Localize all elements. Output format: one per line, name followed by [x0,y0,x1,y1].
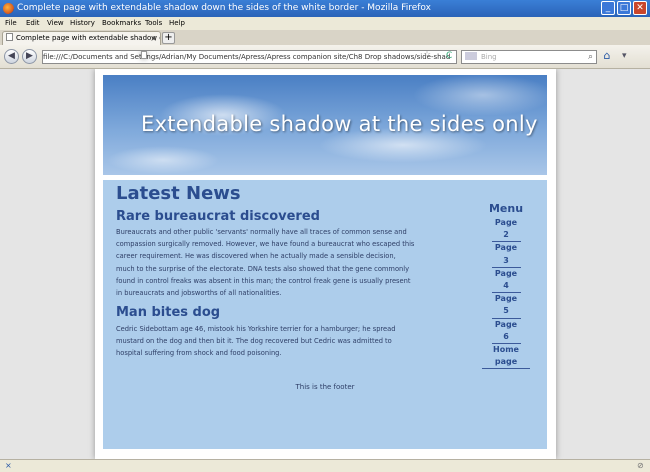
page-footer: This is the footer [295,383,355,391]
forward-button[interactable]: ▶ [22,49,37,64]
navigation-toolbar: ◀ ▶ file:///C:/Documents and Settings/Ad… [0,45,650,69]
menu-bookmarks[interactable]: Bookmarks [102,17,141,30]
close-window-button[interactable]: ✕ [633,1,647,15]
back-button[interactable]: ◀ [4,49,19,64]
menu-bar: File Edit View History Bookmarks Tools H… [0,17,650,30]
search-icon[interactable]: ⌕ [588,51,593,63]
status-close-icon[interactable]: × [5,460,12,472]
menu-link-home[interactable]: Home page [482,344,530,370]
menu-link-page-4[interactable]: Page 4 [491,268,521,294]
tab-label: Complete page with extendable shadow do.… [16,34,161,42]
tab-current[interactable]: Complete page with extendable shadow do.… [2,31,161,45]
document-icon [6,33,13,41]
new-tab-button[interactable]: + [162,32,175,44]
search-input[interactable]: Bing ⌕ [461,50,597,64]
page-heading: Latest News [116,183,241,204]
home-button[interactable]: ⌂ [600,49,614,63]
search-placeholder: Bing [481,53,497,61]
maximize-button[interactable]: □ [617,1,631,15]
window-title: Complete page with extendable shadow dow… [17,3,431,13]
white-page: Extendable shadow at the sides only Late… [95,69,556,459]
article-title: Rare bureaucrat discovered [116,209,320,224]
menu-title: Menu [488,202,524,215]
tab-strip: Complete page with extendable shadow do.… [0,30,650,45]
article-title: Man bites dog [116,305,221,320]
menu-edit[interactable]: Edit [26,17,40,30]
side-menu: Menu Page 2 Page 3 Page 4 Page 5 Page 6 … [476,202,536,370]
menu-link-page-6[interactable]: Page 6 [491,319,521,345]
page-icon [141,51,147,59]
firefox-logo-icon [3,3,14,14]
window-titlebar: Complete page with extendable shadow dow… [0,0,650,17]
minimize-button[interactable]: _ [601,1,615,15]
status-bar: × ⊘ [0,459,650,472]
url-text: file:///C:/Documents and Settings/Adrian… [43,53,451,61]
article-body: Bureaucrats and other public 'servants' … [116,228,415,298]
menu-link-page-2[interactable]: Page 2 [491,217,521,243]
article-body: Cedric Sidebottam age 46, mistook his Yo… [116,325,396,358]
banner-title: Extendable shadow at the sides only [141,112,538,136]
status-addon-icon[interactable]: ⊘ [637,460,644,472]
tab-close-icon[interactable]: × [150,32,157,45]
main-content: Latest News Rare bureaucrat discovered B… [103,180,547,449]
header-banner: Extendable shadow at the sides only [103,75,547,175]
menu-link-page-5[interactable]: Page 5 [491,293,521,319]
menu-help[interactable]: Help [169,17,185,30]
url-bar[interactable]: file:///C:/Documents and Settings/Adrian… [42,50,457,64]
browser-viewport[interactable]: Extendable shadow at the sides only Late… [0,69,650,459]
menu-view[interactable]: View [47,17,64,30]
menu-file[interactable]: File [5,17,17,30]
menu-link-page-3[interactable]: Page 3 [491,242,521,268]
menu-history[interactable]: History [70,17,95,30]
bookmark-star-icon[interactable]: ☆ [423,50,431,60]
reload-button[interactable]: C [446,51,452,62]
search-engine-icon [465,52,477,60]
addons-menu-button[interactable]: ▾ [622,50,644,62]
menu-tools[interactable]: Tools [145,17,162,30]
